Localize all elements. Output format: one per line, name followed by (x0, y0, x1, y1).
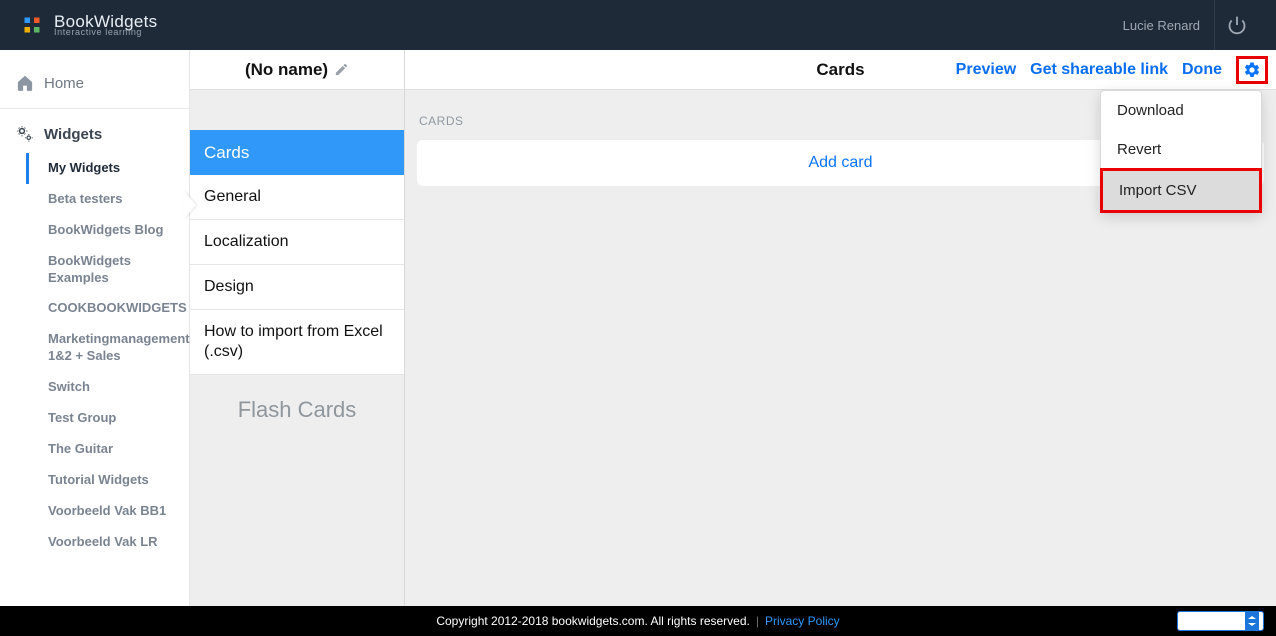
privacy-link[interactable]: Privacy Policy (765, 614, 840, 628)
add-card-link[interactable]: Add card (808, 154, 872, 171)
tab-general[interactable]: General (190, 175, 404, 220)
language-selector[interactable]: English (1177, 611, 1264, 631)
content-header: Cards Preview Get shareable link Done (405, 50, 1276, 90)
home-icon (16, 74, 34, 92)
sidebar-item-guitar[interactable]: The Guitar (38, 434, 189, 465)
footer-copyright: Copyright 2012-2018 bookwidgets.com. All… (436, 614, 750, 628)
pencil-icon[interactable] (334, 62, 349, 77)
arrow-notch (184, 191, 196, 219)
content-title: Cards (816, 60, 864, 80)
sidebar-item-switch[interactable]: Switch (38, 372, 189, 403)
sidebar-item-cookbook[interactable]: COOKBOOKWIDGETS (38, 293, 189, 324)
menu-import-csv[interactable]: Import CSV (1100, 168, 1262, 213)
brand-tagline: Interactive learning (54, 28, 157, 37)
tab-design[interactable]: Design (190, 265, 404, 310)
widget-title-bar: (No name) (190, 50, 404, 90)
gear-icon (1243, 61, 1261, 79)
sidebar-item-marketing[interactable]: Marketingmanagement 1&2 + Sales (38, 324, 189, 372)
separator (0, 108, 189, 109)
nav-home-label: Home (44, 75, 84, 92)
done-link[interactable]: Done (1182, 61, 1222, 79)
nav-widgets-header[interactable]: Widgets (0, 115, 189, 153)
preview-link[interactable]: Preview (956, 61, 1016, 79)
sidebar-item-my-widgets[interactable]: My Widgets (26, 153, 189, 184)
sidebar-item-tutorial[interactable]: Tutorial Widgets (38, 465, 189, 496)
brand-logo[interactable]: BookWidgets Interactive learning (18, 11, 157, 39)
gears-icon (16, 125, 34, 143)
user-name[interactable]: Lucie Renard (1123, 18, 1200, 33)
sidebar-item-beta-testers[interactable]: Beta testers (38, 184, 189, 215)
power-icon (1227, 15, 1247, 35)
content-area: Cards Preview Get shareable link Done CA… (405, 50, 1276, 606)
config-tabs: Cards General Localization Design How to… (190, 130, 404, 375)
logo-icon (18, 11, 46, 39)
tab-import-csv[interactable]: How to import from Excel (.csv) (190, 310, 404, 375)
gear-dropdown: Download Revert Import CSV (1100, 90, 1262, 213)
dropdown-caret-icon (1245, 612, 1259, 630)
widget-type-label: Flash Cards (190, 375, 404, 445)
sidebar-item-test-group[interactable]: Test Group (38, 403, 189, 434)
app-header: BookWidgets Interactive learning Lucie R… (0, 0, 1276, 50)
left-sidebar: Home Widgets My Widgets Beta testers Boo… (0, 50, 190, 606)
widget-title: (No name) (245, 60, 328, 80)
content-actions: Preview Get shareable link Done (956, 50, 1268, 90)
sidebar-item-blog[interactable]: BookWidgets Blog (38, 215, 189, 246)
tab-cards[interactable]: Cards (190, 130, 404, 175)
logout-button[interactable] (1214, 0, 1258, 50)
shareable-link[interactable]: Get shareable link (1030, 61, 1168, 79)
gear-button[interactable] (1236, 56, 1268, 84)
nav-widgets-label: Widgets (44, 126, 102, 143)
sidebar-item-voorbeeld-lr[interactable]: Voorbeeld Vak LR (38, 527, 189, 558)
menu-download[interactable]: Download (1101, 91, 1261, 130)
footer: Copyright 2012-2018 bookwidgets.com. All… (0, 606, 1276, 636)
separator: | (756, 614, 759, 628)
nav-home[interactable]: Home (0, 64, 189, 102)
tab-localization[interactable]: Localization (190, 220, 404, 265)
menu-revert[interactable]: Revert (1101, 130, 1261, 169)
sidebar-item-voorbeeld-bb1[interactable]: Voorbeeld Vak BB1 (38, 496, 189, 527)
tab-panel: (No name) Cards General Localization Des… (190, 50, 405, 606)
sidebar-item-examples[interactable]: BookWidgets Examples (38, 246, 189, 294)
nav-sub-list: My Widgets Beta testers BookWidgets Blog… (0, 153, 189, 557)
language-label: English (1182, 614, 1221, 628)
